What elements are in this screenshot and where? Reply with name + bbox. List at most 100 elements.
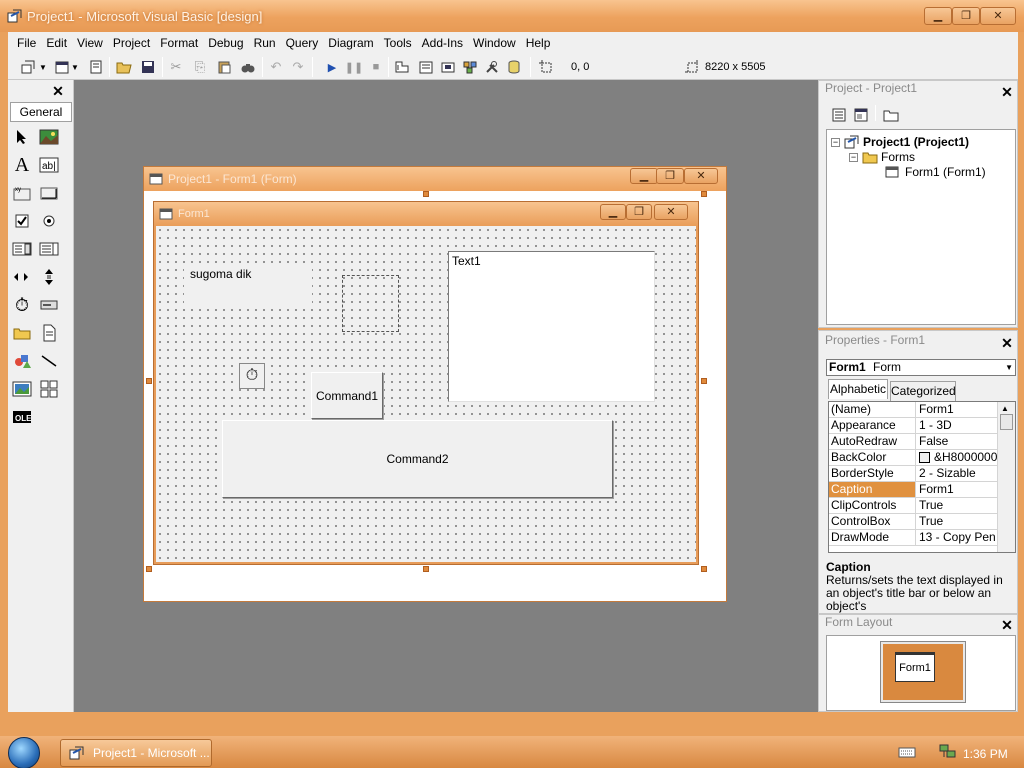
resize-handle[interactable]: [701, 566, 707, 572]
project-close-icon[interactable]: ✕: [999, 84, 1015, 100]
property-row[interactable]: DrawMode 13 - Copy Pen: [829, 530, 997, 546]
timer-icon[interactable]: ⏱: [239, 363, 265, 389]
resize-handle[interactable]: [423, 566, 429, 572]
chevron-down-icon[interactable]: ▼: [70, 57, 80, 77]
designer-title-bar[interactable]: Project1 - Form1 (Form) ▁ ❐ ✕: [144, 167, 726, 191]
paste-icon[interactable]: [214, 57, 234, 77]
ole-tool-icon[interactable]: OLE: [11, 406, 33, 428]
property-row[interactable]: BorderStyle 2 - Sizable: [829, 466, 997, 482]
collapse-icon[interactable]: −: [831, 137, 840, 147]
network-icon[interactable]: [938, 743, 958, 764]
menu-file[interactable]: File: [12, 36, 41, 50]
shape-tool-icon[interactable]: [11, 350, 33, 372]
menu-window[interactable]: Window: [468, 36, 521, 50]
shape-control[interactable]: [342, 275, 399, 332]
tree-node-forms[interactable]: − Forms: [849, 150, 915, 164]
view-code-icon[interactable]: [829, 105, 849, 125]
menu-add-ins[interactable]: Add-Ins: [417, 36, 468, 50]
designer-minimize-button[interactable]: ▁: [630, 168, 658, 184]
property-row-selected[interactable]: Caption Form1: [829, 482, 997, 498]
toolbox-icon[interactable]: [482, 57, 502, 77]
add-project-icon[interactable]: [18, 57, 38, 77]
textbox-tool-icon[interactable]: ab|: [38, 154, 60, 176]
hscrollbar-tool-icon[interactable]: [11, 266, 33, 288]
object-browser-icon[interactable]: [460, 57, 480, 77]
label-tool-icon[interactable]: A: [11, 154, 33, 176]
property-row[interactable]: ControlBox True: [829, 514, 997, 530]
filelistbox-tool-icon[interactable]: [38, 322, 60, 344]
timer-tool-icon[interactable]: ⏱: [11, 294, 33, 316]
form1-minimize-button[interactable]: ▁: [600, 204, 626, 220]
property-row[interactable]: AutoRedraw False: [829, 434, 997, 450]
tree-node-form1[interactable]: Form1 (Form1): [885, 165, 986, 179]
break-icon[interactable]: ❚❚: [344, 57, 364, 77]
vb-app-icon[interactable]: [7, 8, 23, 24]
properties-close-icon[interactable]: ✕: [999, 335, 1015, 351]
resize-handle[interactable]: [423, 191, 429, 197]
redo-icon[interactable]: ↷: [288, 57, 308, 77]
add-form-icon[interactable]: [52, 57, 72, 77]
vscrollbar-tool-icon[interactable]: [38, 266, 60, 288]
taskbar-clock[interactable]: 1:36 PM: [963, 747, 1008, 761]
menu-editor-icon[interactable]: [86, 57, 106, 77]
property-row[interactable]: BackColor&H8000000F: [829, 450, 997, 466]
open-folder-icon[interactable]: [114, 57, 134, 77]
form1-maximize-button[interactable]: ❐: [626, 204, 652, 220]
maximize-button[interactable]: ❐: [952, 7, 980, 25]
line-tool-icon[interactable]: [38, 350, 60, 372]
resize-handle[interactable]: [701, 378, 707, 384]
end-icon[interactable]: ■: [366, 57, 386, 77]
label1-control[interactable]: sugoma dik: [184, 263, 312, 309]
commandbutton-tool-icon[interactable]: [38, 182, 60, 204]
form1-design-surface[interactable]: sugoma dik Text1 ⏱ Command1 Command2: [156, 226, 696, 562]
checkbox-tool-icon[interactable]: [11, 210, 33, 232]
form-layout-icon[interactable]: [438, 57, 458, 77]
combobox-tool-icon[interactable]: [11, 238, 33, 260]
drivelistbox-tool-icon[interactable]: [38, 294, 60, 316]
form1-close-button[interactable]: ✕: [654, 204, 688, 220]
toggle-folders-icon[interactable]: [881, 105, 901, 125]
collapse-icon[interactable]: −: [849, 152, 858, 162]
taskbar-app-button[interactable]: Project1 - Microsoft ...: [60, 739, 212, 767]
menu-edit[interactable]: Edit: [41, 36, 72, 50]
keyboard-icon[interactable]: [898, 745, 916, 762]
start-icon[interactable]: ▶: [322, 57, 342, 77]
windows-start-icon[interactable]: [8, 737, 40, 768]
dirlistbox-tool-icon[interactable]: [11, 322, 33, 344]
cut-icon[interactable]: ✂: [166, 57, 186, 77]
optionbutton-tool-icon[interactable]: [38, 210, 60, 232]
designer-maximize-button[interactable]: ❐: [656, 168, 684, 184]
scroll-up-icon[interactable]: ▲: [1001, 404, 1009, 413]
resize-handle[interactable]: [701, 191, 707, 197]
project-explorer-icon[interactable]: [392, 57, 412, 77]
text1-control[interactable]: Text1: [448, 251, 655, 402]
picturebox-tool-icon[interactable]: [38, 126, 60, 148]
menu-view[interactable]: View: [72, 36, 108, 50]
image-tool-icon[interactable]: [11, 378, 33, 400]
frame-tool-icon[interactable]: xy: [11, 182, 33, 204]
property-row[interactable]: Appearance 1 - 3D: [829, 418, 997, 434]
menu-diagram[interactable]: Diagram: [323, 36, 378, 50]
command1-button[interactable]: Command1: [311, 372, 383, 419]
tree-node-project1[interactable]: − Project1 (Project1): [831, 134, 969, 150]
data-tool-icon[interactable]: [38, 378, 60, 400]
pointer-tool-icon[interactable]: [11, 126, 33, 148]
property-scrollbar[interactable]: ▲: [997, 402, 1015, 552]
menu-tools[interactable]: Tools: [379, 36, 417, 50]
designer-close-button[interactable]: ✕: [684, 168, 718, 184]
data-view-icon[interactable]: [504, 57, 524, 77]
chevron-down-icon[interactable]: ▼: [38, 57, 48, 77]
minimize-button[interactable]: ▁: [924, 7, 952, 25]
form1-preview[interactable]: Form1: [895, 652, 935, 682]
find-icon[interactable]: [238, 57, 258, 77]
form-layout-close-icon[interactable]: ✕: [999, 617, 1015, 633]
scroll-thumb[interactable]: [1000, 414, 1013, 430]
property-row[interactable]: (Name) Form1: [829, 402, 997, 418]
resize-handle[interactable]: [146, 378, 152, 384]
toolbox-close-icon[interactable]: ✕: [50, 83, 66, 99]
undo-icon[interactable]: ↶: [266, 57, 286, 77]
tab-categorized[interactable]: Categorized: [890, 381, 956, 401]
menu-project[interactable]: Project: [108, 36, 155, 50]
menu-run[interactable]: Run: [249, 36, 281, 50]
close-button[interactable]: ✕: [980, 7, 1016, 25]
